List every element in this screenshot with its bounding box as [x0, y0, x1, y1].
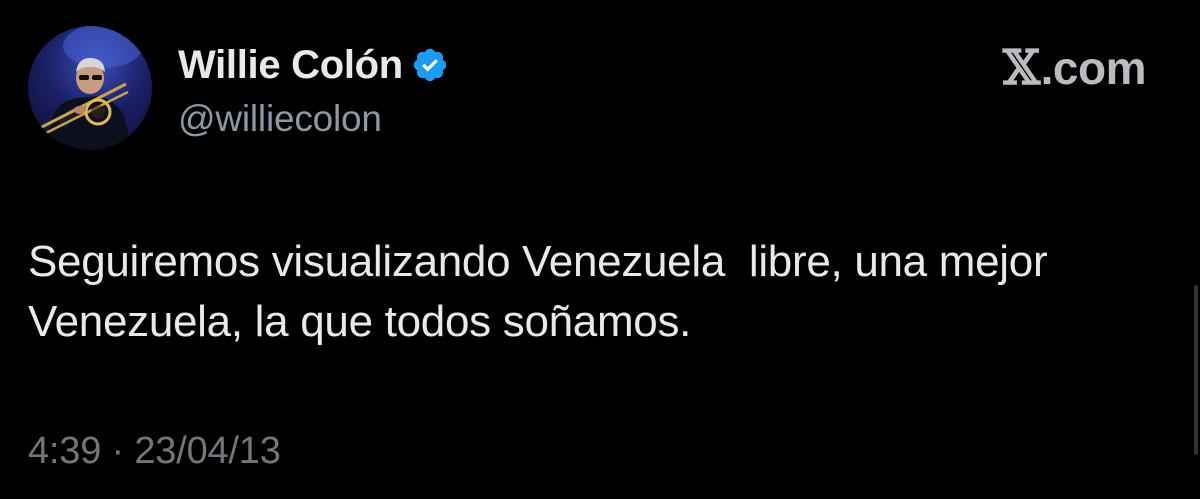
brand-suffix: .com — [1040, 42, 1147, 94]
x-logo-icon: 𝕏 — [1002, 40, 1040, 96]
tweet-text: Seguiremos visualizando Venezuela libre,… — [28, 237, 1060, 346]
timestamp-separator: · — [101, 430, 135, 472]
tweet-time: 4:39 — [28, 430, 102, 472]
avatar-image — [35, 26, 143, 150]
x-com-logo: 𝕏 .com — [1002, 40, 1147, 96]
tweet-date: 23/04/13 — [134, 430, 281, 472]
author-row: Willie Colón — [178, 40, 449, 90]
verified-badge-icon — [411, 46, 449, 84]
scrollbar[interactable] — [1194, 285, 1198, 455]
display-name[interactable]: Willie Colón — [178, 43, 403, 88]
tweet-card: Willie Colón @williecolon 𝕏 .com Seguirem… — [0, 0, 1200, 499]
avatar[interactable] — [28, 26, 152, 150]
user-handle[interactable]: @williecolon — [178, 98, 382, 140]
tweet-timestamp[interactable]: 4:39 · 23/04/13 — [28, 430, 281, 473]
